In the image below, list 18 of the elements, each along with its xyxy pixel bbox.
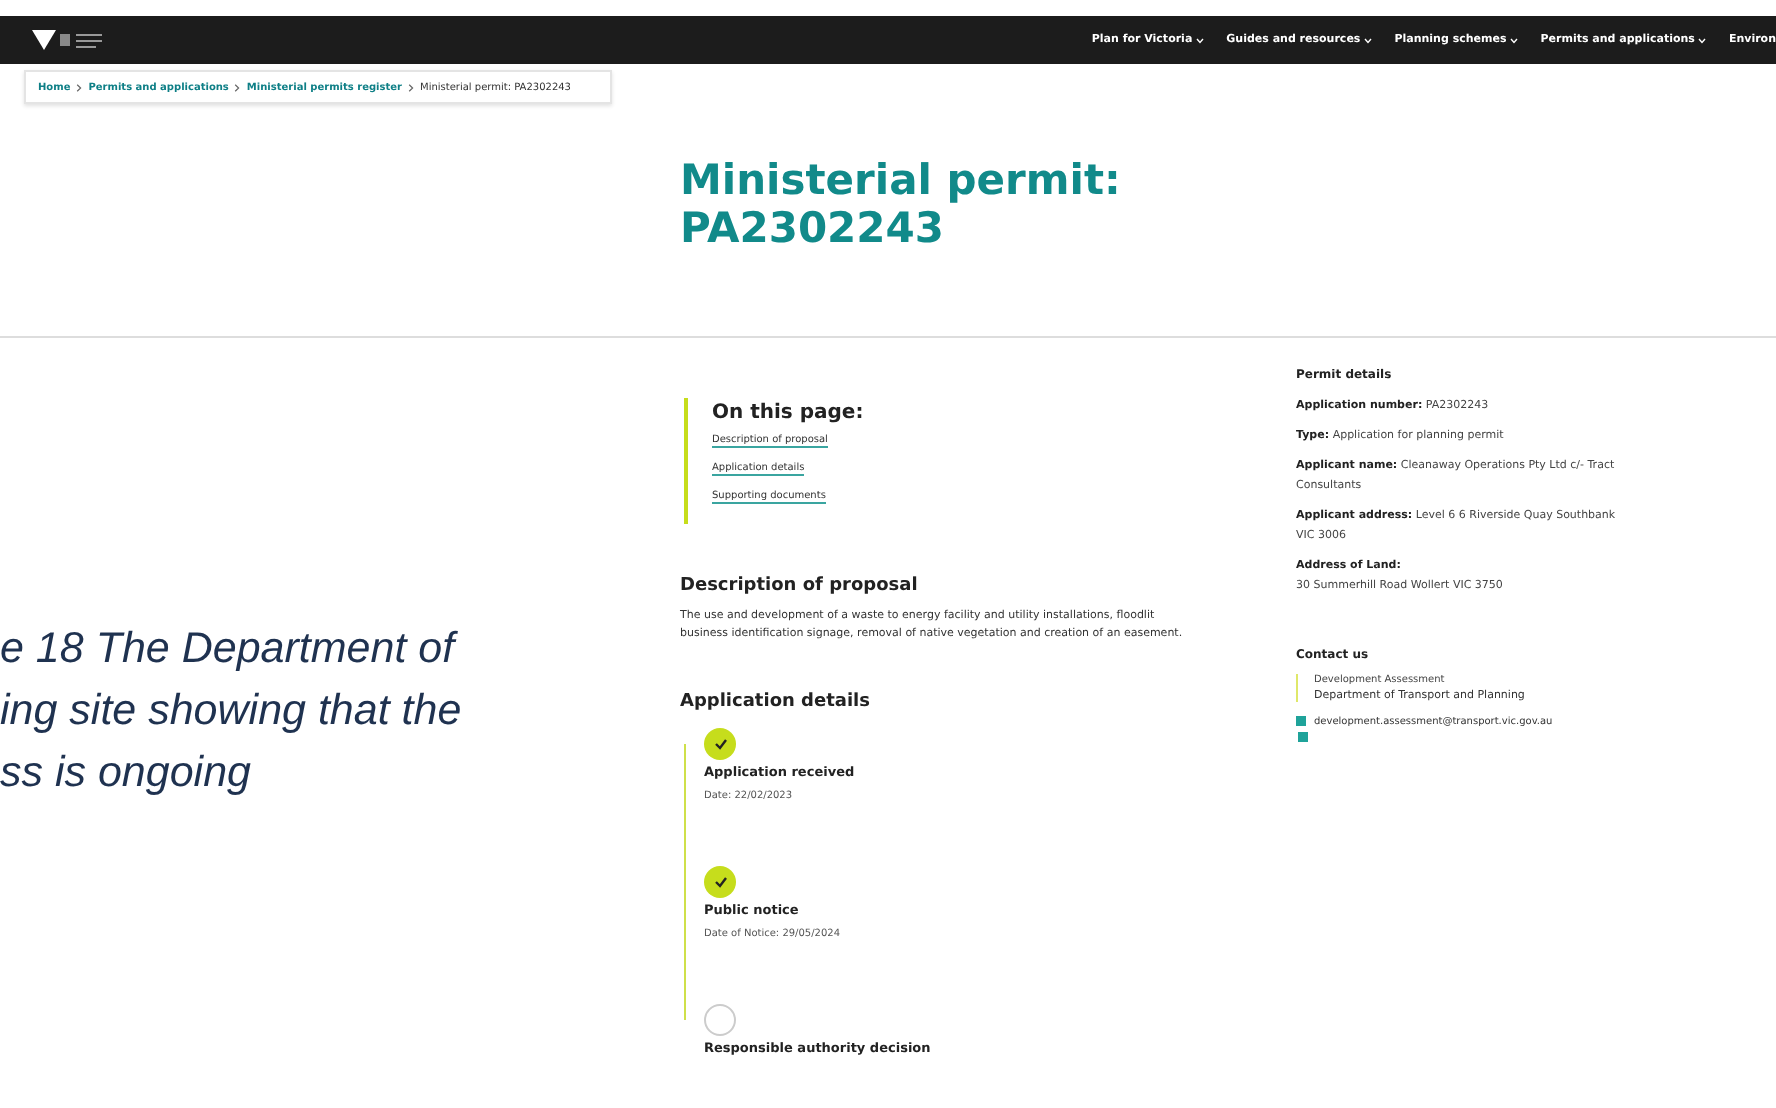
chevron-icon [408, 83, 414, 91]
toc-heading: On this page: [712, 402, 866, 424]
section-heading: Application details [680, 692, 872, 712]
figure-caption: ing site showing that the [0, 684, 464, 738]
chevron-icon [76, 83, 83, 91]
figure-caption: e 18 The Department of [0, 622, 460, 676]
caret-icon [1196, 37, 1205, 43]
page-title: Ministerial permit: PA2302243 [680, 156, 1123, 252]
caret-icon [1364, 37, 1373, 43]
caret-icon [1510, 37, 1519, 43]
check-icon [713, 738, 727, 750]
caret-icon [1698, 37, 1707, 43]
figure-caption: ss is ongoing [0, 746, 253, 800]
check-icon [713, 876, 727, 888]
section-heading: Description of proposal [680, 576, 920, 596]
logo-icon[interactable] [32, 28, 108, 52]
email-icon [1296, 716, 1308, 742]
chevron-icon [234, 83, 241, 91]
